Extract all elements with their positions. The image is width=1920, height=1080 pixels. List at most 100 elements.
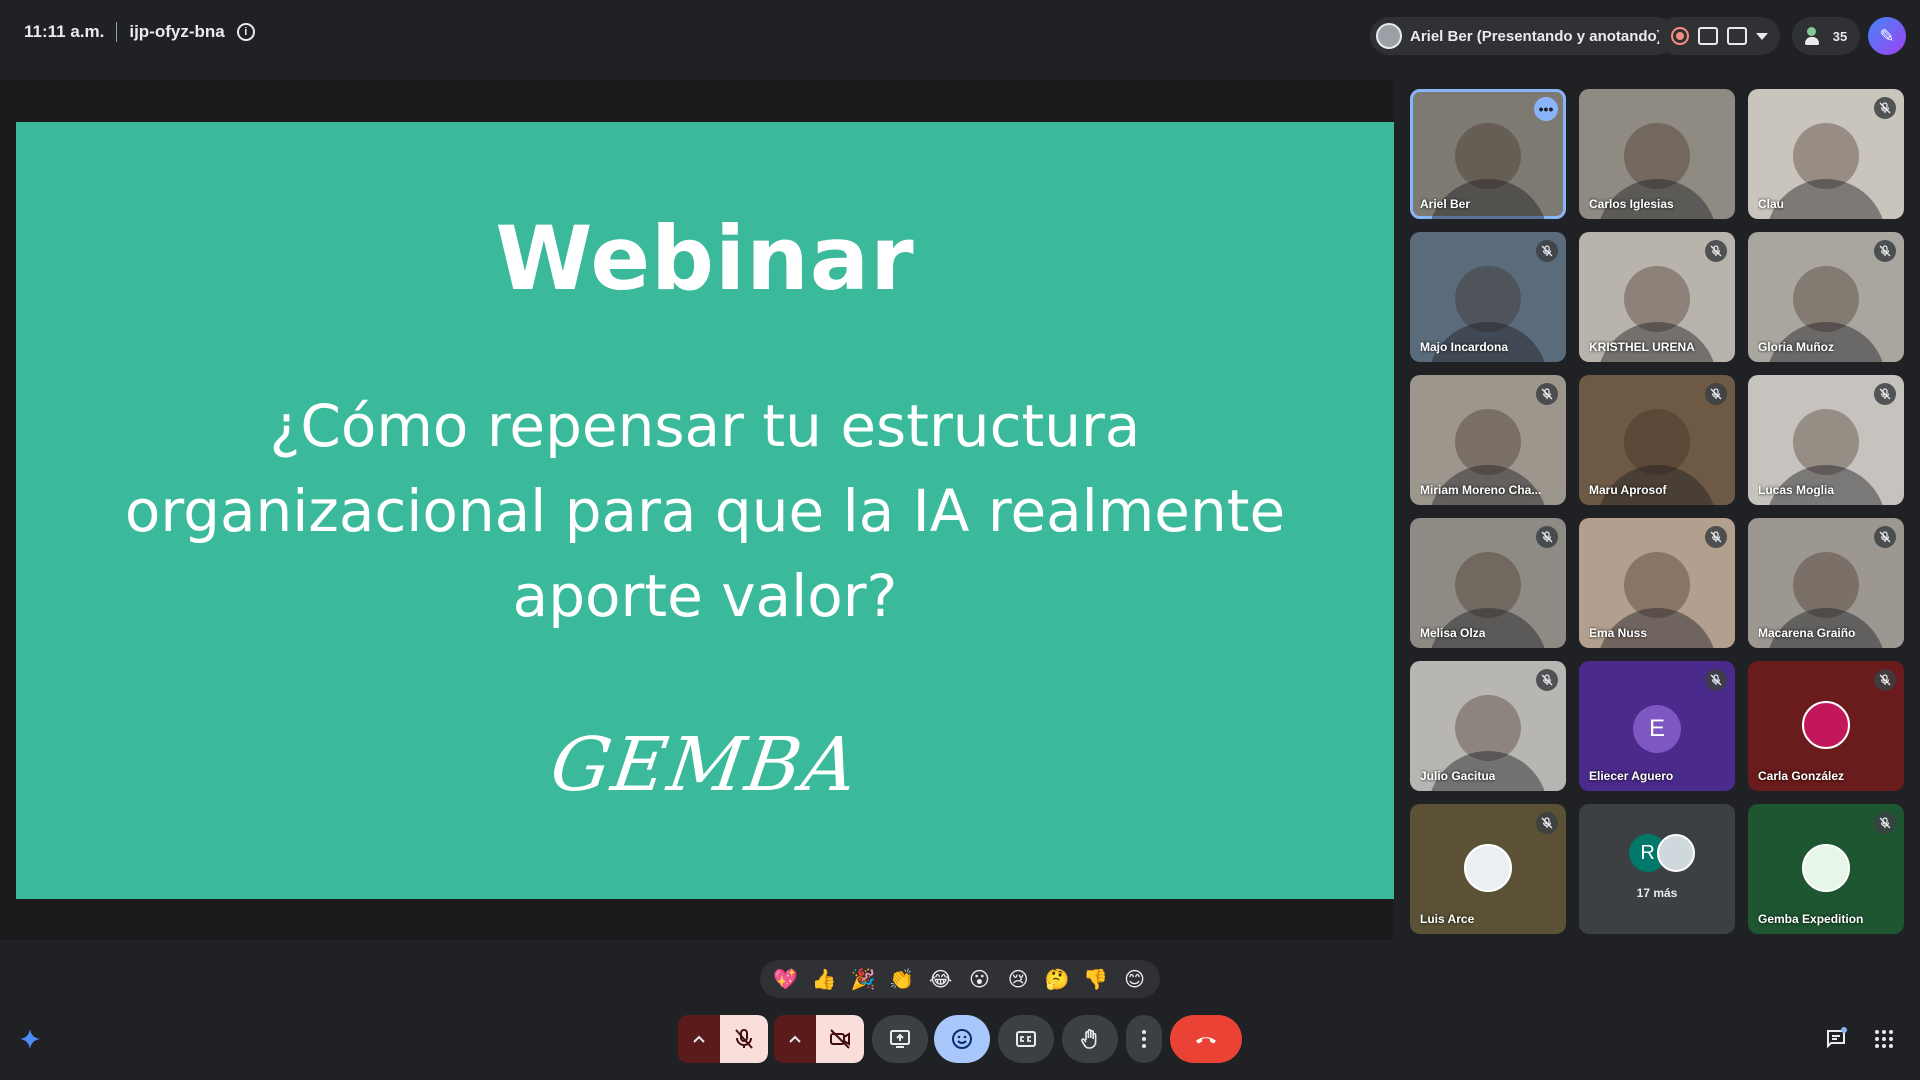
meeting-info: 11:11 a.m. ijp-ofyz-bna i [24,22,255,42]
participant-count: 35 [1832,28,1848,44]
participants-button[interactable]: 35 [1792,17,1860,55]
call-controls [0,1015,1920,1065]
raise-hand-button[interactable] [1062,1015,1118,1063]
info-icon[interactable]: i [236,23,255,41]
more-participants-label: 17 más [1636,886,1678,900]
reaction-emoji[interactable]: 💖 [770,967,800,992]
mic-off-icon [1874,383,1896,405]
mic-off-icon [1536,526,1558,548]
reaction-emoji[interactable]: 😢 [1003,967,1033,992]
mic-off-icon [1536,669,1558,691]
participant-tile[interactable]: Macarena Graiño [1748,518,1904,648]
slide-subtitle: ¿Cómo repensar tu estructura organizacio… [124,392,1286,630]
participant-tile[interactable]: Clau [1748,89,1904,219]
record-icon[interactable] [1670,27,1689,45]
meeting-code: ijp-ofyz-bna [129,22,225,41]
people-icon [1804,27,1827,45]
participant-tile[interactable]: Majo Incardona [1410,232,1566,362]
hand-icon [1081,1029,1097,1049]
participant-tile[interactable]: KRISTHEL URENA [1579,232,1735,362]
reaction-emoji[interactable]: 😂 [926,967,956,992]
participant-tile[interactable]: Melisa Olza [1410,518,1566,648]
participant-tile[interactable]: R 17 más [1579,804,1735,934]
reactions-button[interactable] [934,1015,990,1063]
participant-name: Melisa Olza [1420,626,1486,640]
mic-off-icon [1874,526,1896,548]
participant-name: Eliecer Aguero [1589,769,1674,783]
mic-group [678,1015,768,1063]
participant-tile[interactable]: Julio Gacitua [1410,661,1566,791]
chat-button[interactable] [1820,1023,1852,1055]
avatar [1376,23,1402,49]
mic-options-button[interactable] [678,1015,720,1063]
participant-tile[interactable]: Carlos Iglesias [1579,89,1735,219]
captions-button[interactable] [998,1015,1054,1063]
participant-tile[interactable]: E Eliecer Aguero [1579,661,1735,791]
mic-off-icon [1705,526,1727,548]
more-vert-icon [1142,1030,1146,1048]
pen-icon[interactable]: ✎ [1868,17,1906,55]
hang-up-icon [1196,1037,1216,1044]
avatar [1464,844,1512,892]
participant-tile[interactable]: Lucas Moglia [1748,375,1904,505]
chevron-up-icon [693,1035,705,1043]
mic-off-icon [1705,669,1727,691]
participant-name: Ema Nuss [1589,626,1648,640]
leave-call-button[interactable] [1170,1015,1242,1063]
apps-grid-icon [1875,1030,1893,1048]
reaction-emoji[interactable]: 👍 [809,967,839,992]
activities-button[interactable] [1868,1023,1900,1055]
host-controls-chip[interactable] [1658,17,1780,55]
participant-tile[interactable]: Gemba Expedition [1748,804,1904,934]
mic-toggle-button[interactable] [720,1015,768,1063]
slide-title: Webinar [495,207,915,310]
emoji-icon [952,1029,972,1049]
chevron-down-icon[interactable] [1755,32,1768,40]
participant-tile[interactable]: Maru Aprosof [1579,375,1735,505]
mic-off-icon [735,1029,753,1049]
participant-tile[interactable]: Carla González [1748,661,1904,791]
camera-options-button[interactable] [774,1015,816,1063]
participant-name: Macarena Graiño [1758,626,1856,640]
mic-off-icon [1536,812,1558,834]
participant-tile[interactable]: Luis Arce [1410,804,1566,934]
present-icon [890,1030,910,1048]
presentation-slide: Webinar ¿Cómo repensar tu estructura org… [16,122,1394,899]
gemini-icon[interactable] [14,1023,46,1055]
notes-icon[interactable] [1697,27,1718,45]
avatar [1802,701,1850,749]
gemba-logo: GEMBA [545,722,865,808]
reaction-emoji[interactable]: 😮 [964,967,994,992]
participant-name: Miriam Moreno Cha... [1420,483,1542,497]
participant-tile[interactable]: ••• Ariel Ber [1410,89,1566,219]
more-options-button[interactable] [1126,1015,1162,1063]
mic-off-icon [1705,240,1727,262]
captions-icon [1016,1031,1036,1047]
reaction-emoji[interactable]: 👎 [1081,967,1111,992]
participant-name: Luis Arce [1420,912,1475,926]
reaction-emoji[interactable]: 😊 [1120,967,1150,992]
participant-name: Clau [1758,197,1785,211]
participant-name: Majo Incardona [1420,340,1509,354]
chat-icon [1827,1027,1847,1049]
camera-toggle-button[interactable] [816,1015,864,1063]
reaction-emoji[interactable]: 🎉 [848,967,878,992]
participant-name: Ariel Ber [1420,197,1471,211]
mic-off-icon [1536,383,1558,405]
participant-tile[interactable]: Ema Nuss [1579,518,1735,648]
more-horiz-icon[interactable]: ••• [1534,97,1558,121]
presenter-chip[interactable]: Ariel Ber (Presentando y anotando) [1370,17,1676,55]
mic-off-icon [1874,97,1896,119]
present-screen-button[interactable] [872,1015,928,1063]
reaction-emoji[interactable]: 👏 [887,967,917,992]
captions-off-icon[interactable] [1726,27,1747,45]
reaction-emoji[interactable]: 🤔 [1042,967,1072,992]
participant-name: Maru Aprosof [1589,483,1667,497]
participant-tile[interactable]: Gloria Muñoz [1748,232,1904,362]
divider [116,22,118,42]
participant-tile[interactable]: Miriam Moreno Cha... [1410,375,1566,505]
avatar [1656,834,1695,872]
mic-off-icon [1874,240,1896,262]
mic-off-icon [1705,383,1727,405]
presenter-label: Ariel Ber (Presentando y anotando) [1410,27,1662,45]
